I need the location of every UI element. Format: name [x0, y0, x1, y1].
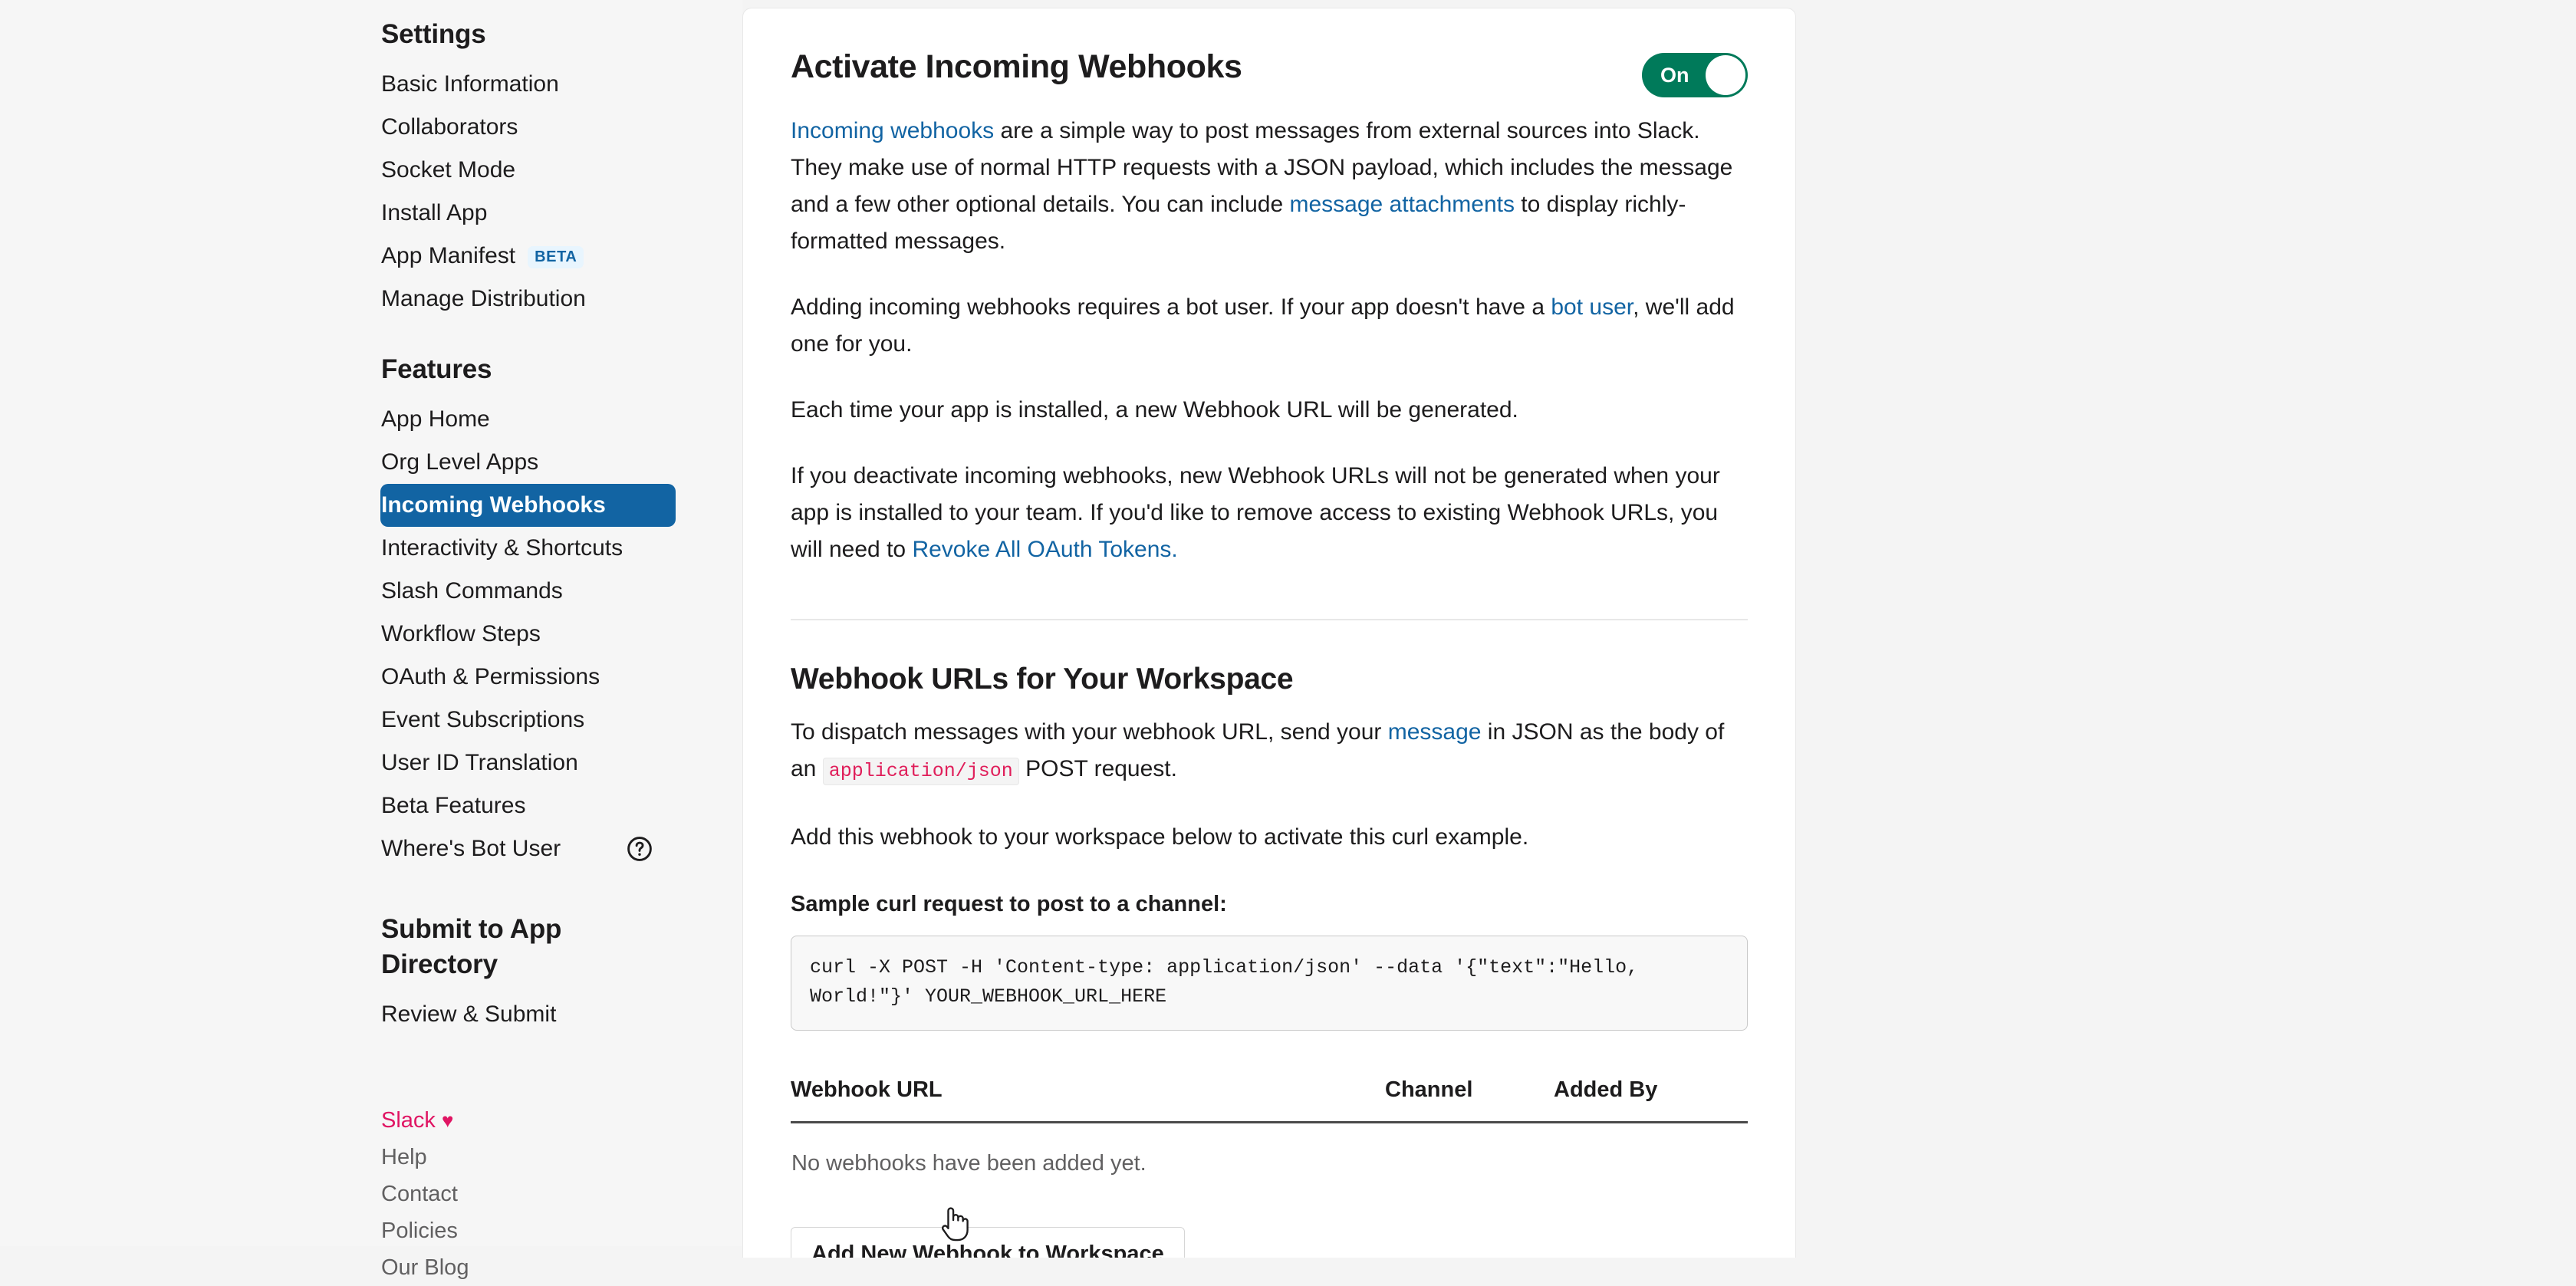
settings-sidebar: Settings Basic Information Collaborators…	[0, 0, 742, 1280]
table-header-added-by: Added By	[1554, 1075, 1748, 1123]
sidebar-item-install-app[interactable]: Install App	[381, 192, 742, 235]
activate-incoming-webhooks-toggle[interactable]: On	[1642, 53, 1748, 97]
sidebar-item-label: Incoming Webhooks	[381, 492, 606, 518]
footer-link-policies[interactable]: Policies	[381, 1212, 742, 1249]
table-header-channel: Channel	[1385, 1075, 1554, 1123]
revoke-all-oauth-tokens-link[interactable]: Revoke All OAuth Tokens.	[912, 537, 1177, 562]
footer-link-label: Slack	[381, 1108, 436, 1133]
beta-badge: BETA	[528, 245, 584, 268]
sidebar-item-socket-mode[interactable]: Socket Mode	[381, 149, 742, 192]
application-json-code: application/json	[822, 758, 1019, 785]
webhook-url-generated-paragraph: Each time your app is installed, a new W…	[791, 397, 1518, 423]
sidebar-item-slash-commands[interactable]: Slash Commands	[381, 570, 742, 613]
footer-link-our-blog[interactable]: Our Blog	[381, 1249, 742, 1286]
footer-link-help[interactable]: Help	[381, 1139, 742, 1176]
table-empty-row: No webhooks have been added yet.	[791, 1123, 1748, 1180]
deactivate-paragraph: If you deactivate incoming webhooks, new…	[791, 458, 1748, 568]
sidebar-item-label: Socket Mode	[381, 157, 516, 183]
sidebar-item-label: Event Subscriptions	[381, 707, 585, 732]
bot-user-link[interactable]: bot user	[1551, 294, 1633, 320]
sidebar-item-label: User ID Translation	[381, 750, 578, 775]
dispatch-text-1: To dispatch messages with your webhook U…	[791, 719, 1388, 745]
sidebar-item-label: Review & Submit	[381, 1002, 557, 1027]
nav-list-settings: Basic Information Collaborators Socket M…	[381, 63, 742, 321]
table-empty-message: No webhooks have been added yet.	[791, 1151, 1147, 1176]
add-new-webhook-to-workspace-button[interactable]: Add New Webhook to Workspace	[791, 1227, 1185, 1258]
message-link[interactable]: message	[1388, 719, 1482, 745]
page-title: Activate Incoming Webhooks	[791, 48, 1242, 85]
sidebar-item-manage-distribution[interactable]: Manage Distribution	[381, 278, 742, 321]
sidebar-item-label: Collaborators	[381, 114, 518, 140]
sidebar-item-interactivity-shortcuts[interactable]: Interactivity & Shortcuts	[381, 527, 742, 570]
sidebar-item-app-home[interactable]: App Home	[381, 398, 742, 441]
sidebar-item-beta-features[interactable]: Beta Features	[381, 784, 742, 827]
sidebar-item-label: Install App	[381, 200, 488, 225]
nav-list-features: App Home Org Level Apps Incoming Webhook…	[380, 398, 742, 870]
dispatch-text-3: POST request.	[1018, 756, 1177, 781]
sample-curl-label: Sample curl request to post to a channel…	[791, 892, 1227, 916]
sidebar-item-label: OAuth & Permissions	[381, 664, 600, 689]
sidebar-item-label: App Home	[381, 406, 490, 432]
footer-link-contact[interactable]: Contact	[381, 1176, 742, 1212]
nav-group-title-submit-to-app-directory: Submit to App Directory	[381, 914, 562, 979]
footer-link-slack[interactable]: Slack ♥	[381, 1102, 742, 1139]
nav-list-submit: Review & Submit	[381, 993, 742, 1036]
webhooks-table-body: No webhooks have been added yet.	[791, 1123, 1748, 1180]
sidebar-item-workflow-steps[interactable]: Workflow Steps	[381, 613, 742, 656]
page-header-row: Activate Incoming Webhooks On	[791, 47, 1748, 97]
sidebar-item-label: Beta Features	[381, 793, 526, 818]
sidebar-item-event-subscriptions[interactable]: Event Subscriptions	[381, 699, 742, 742]
toggle-state-label: On	[1660, 64, 1689, 87]
sidebar-item-label: Where's Bot User	[381, 836, 561, 861]
table-header-webhook-url: Webhook URL	[791, 1075, 1385, 1123]
sidebar-item-app-manifest[interactable]: App Manifest BETA	[381, 235, 742, 278]
nav-group-title-settings: Settings	[381, 19, 486, 49]
sidebar-item-review-submit[interactable]: Review & Submit	[381, 993, 742, 1036]
sidebar-item-incoming-webhooks[interactable]: Incoming Webhooks	[380, 484, 676, 527]
webhooks-table-head: Webhook URL Channel Added By	[791, 1075, 1748, 1123]
sidebar-item-label: Manage Distribution	[381, 286, 586, 311]
add-webhook-hint-paragraph: Add this webhook to your workspace below…	[791, 824, 1529, 850]
webhook-urls-section-title: Webhook URLs for Your Workspace	[791, 663, 1294, 696]
webhooks-table: Webhook URL Channel Added By No webhooks…	[791, 1075, 1748, 1179]
app-page: Settings Basic Information Collaborators…	[0, 0, 2576, 1280]
sidebar-item-basic-information[interactable]: Basic Information	[381, 63, 742, 106]
sidebar-item-label: Slash Commands	[381, 578, 563, 604]
sidebar-footer-links: Slack ♥ Help Contact Policies Our Blog	[381, 1102, 742, 1286]
sidebar-item-oauth-permissions[interactable]: OAuth & Permissions	[381, 656, 742, 699]
message-attachments-link[interactable]: message attachments	[1289, 192, 1514, 217]
sidebar-item-collaborators[interactable]: Collaborators	[381, 106, 742, 149]
sidebar-item-org-level-apps[interactable]: Org Level Apps	[381, 441, 742, 484]
incoming-webhooks-link[interactable]: Incoming webhooks	[791, 118, 994, 143]
bot-user-paragraph: Adding incoming webhooks requires a bot …	[791, 289, 1748, 363]
heart-icon: ♥	[441, 1109, 454, 1132]
sidebar-item-label: App Manifest	[381, 243, 516, 268]
bot-user-text-1: Adding incoming webhooks requires a bot …	[791, 294, 1551, 320]
intro-paragraph: Incoming webhooks are a simple way to po…	[791, 113, 1748, 260]
main-content-card: Activate Incoming Webhooks On Incoming w…	[742, 8, 1796, 1258]
sidebar-item-label: Basic Information	[381, 71, 559, 97]
sidebar-item-label: Interactivity & Shortcuts	[381, 535, 623, 561]
table-header-row: Webhook URL Channel Added By	[791, 1075, 1748, 1123]
sidebar-item-label: Workflow Steps	[381, 621, 541, 646]
dispatch-paragraph: To dispatch messages with your webhook U…	[791, 714, 1748, 790]
sidebar-item-label: Org Level Apps	[381, 449, 539, 475]
toggle-knob	[1706, 55, 1745, 95]
curl-code-block[interactable]: curl -X POST -H 'Content-type: applicati…	[791, 936, 1748, 1031]
sidebar-item-wheres-bot-user[interactable]: Where's Bot User	[381, 827, 676, 870]
nav-group-title-features: Features	[381, 354, 492, 384]
question-circle-icon[interactable]	[626, 835, 653, 863]
sidebar-item-user-id-translation[interactable]: User ID Translation	[381, 742, 742, 784]
